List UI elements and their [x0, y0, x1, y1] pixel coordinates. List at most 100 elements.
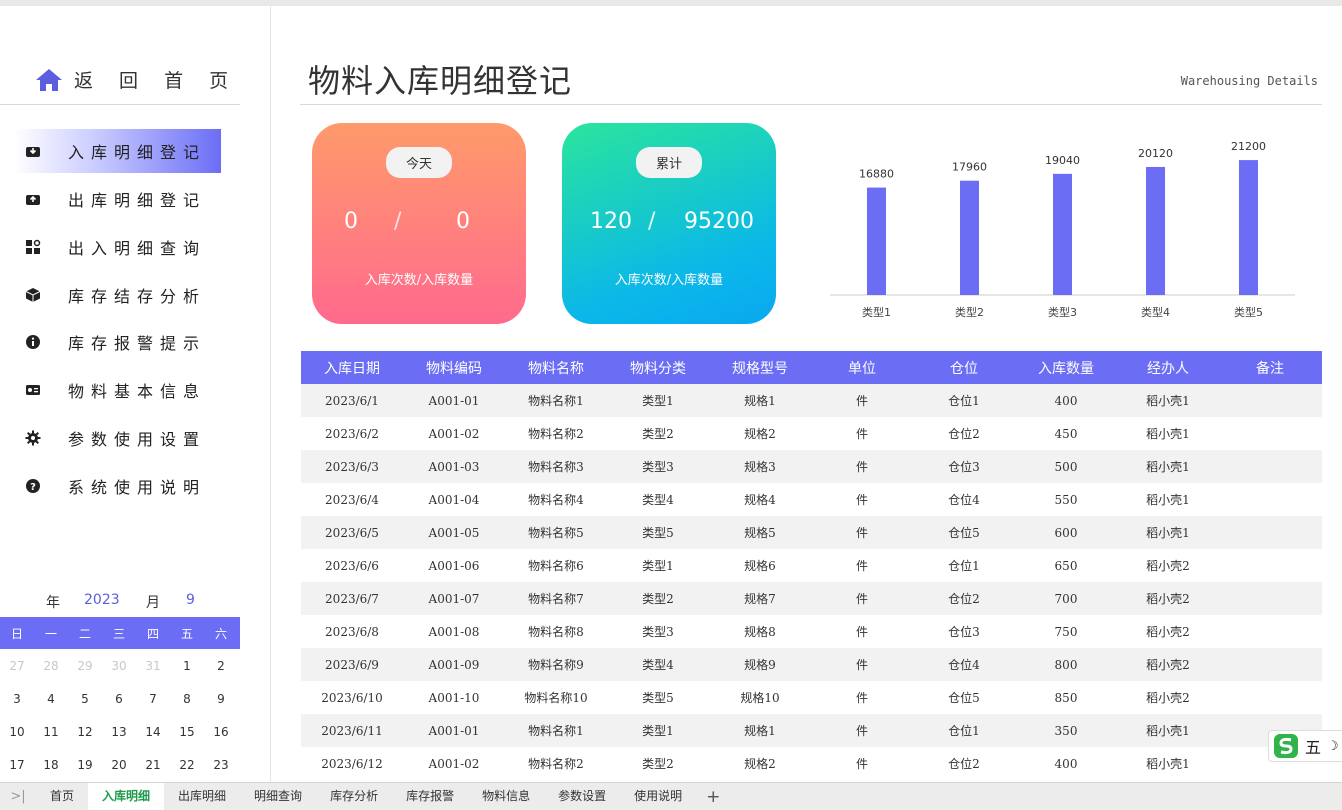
- table-cell[interactable]: 450: [1015, 427, 1117, 441]
- column-header[interactable]: 入库数量: [1015, 358, 1117, 378]
- table-cell[interactable]: 规格1: [709, 722, 811, 739]
- table-cell[interactable]: 稻小壳2: [1117, 557, 1219, 574]
- table-cell[interactable]: 规格3: [709, 458, 811, 475]
- calendar-day[interactable]: 27: [0, 659, 34, 673]
- table-cell[interactable]: 2023/6/7: [301, 592, 403, 606]
- table-cell[interactable]: 仓位2: [913, 755, 1015, 772]
- table-cell[interactable]: 件: [811, 491, 913, 508]
- table-cell[interactable]: A001-03: [403, 460, 505, 474]
- table-cell[interactable]: 规格2: [709, 755, 811, 772]
- column-header[interactable]: 规格型号: [709, 358, 811, 378]
- table-cell[interactable]: 2023/6/8: [301, 625, 403, 639]
- nav-item-stock-alert[interactable]: 库存报警提示: [14, 320, 221, 364]
- table-cell[interactable]: 类型2: [607, 425, 709, 442]
- calendar-month[interactable]: 9: [186, 592, 195, 608]
- table-cell[interactable]: 仓位4: [913, 491, 1015, 508]
- nav-item-stock-analysis[interactable]: 库存结存分析: [14, 273, 221, 317]
- sheet-tab[interactable]: 首页: [36, 783, 88, 810]
- home-link[interactable]: 返 回 首 页: [34, 66, 238, 93]
- table-cell[interactable]: 类型5: [607, 524, 709, 541]
- table-cell[interactable]: 500: [1015, 460, 1117, 474]
- nav-item-inbound[interactable]: 入库明细登记: [14, 129, 221, 173]
- column-header[interactable]: 物料编码: [403, 358, 505, 378]
- table-cell[interactable]: 2023/6/6: [301, 559, 403, 573]
- table-cell[interactable]: 仓位5: [913, 689, 1015, 706]
- table-cell[interactable]: 700: [1015, 592, 1117, 606]
- table-cell[interactable]: 件: [811, 590, 913, 607]
- table-cell[interactable]: 2023/6/2: [301, 427, 403, 441]
- calendar-day[interactable]: 14: [136, 725, 170, 739]
- table-cell[interactable]: A001-07: [403, 592, 505, 606]
- table-row[interactable]: 2023/6/3 A001-03 物料名称3 类型3 规格3 件仓位3 500 稻小壳1: [301, 450, 1322, 483]
- table-cell[interactable]: 件: [811, 656, 913, 673]
- calendar-year[interactable]: 2023: [84, 592, 120, 608]
- table-cell[interactable]: 仓位4: [913, 656, 1015, 673]
- table-cell[interactable]: 规格4: [709, 491, 811, 508]
- table-cell[interactable]: A001-05: [403, 526, 505, 540]
- calendar-day[interactable]: 6: [102, 692, 136, 706]
- table-cell[interactable]: 稻小壳2: [1117, 590, 1219, 607]
- table-cell[interactable]: 规格2: [709, 425, 811, 442]
- table-cell[interactable]: A001-02: [403, 757, 505, 771]
- table-cell[interactable]: 物料名称4: [505, 491, 607, 508]
- table-cell[interactable]: 稻小壳2: [1117, 689, 1219, 706]
- ime-toolbar[interactable]: 五 ☽: [1268, 730, 1342, 762]
- table-cell[interactable]: 物料名称5: [505, 524, 607, 541]
- table-cell[interactable]: 类型1: [607, 557, 709, 574]
- column-header[interactable]: 单位: [811, 358, 913, 378]
- table-cell[interactable]: 物料名称10: [505, 689, 607, 706]
- table-cell[interactable]: 类型1: [607, 722, 709, 739]
- add-sheet-icon[interactable]: +: [696, 787, 730, 807]
- column-header[interactable]: 物料名称: [505, 358, 607, 378]
- calendar-day[interactable]: 16: [204, 725, 238, 739]
- table-cell[interactable]: 件: [811, 689, 913, 706]
- table-cell[interactable]: A001-01: [403, 724, 505, 738]
- table-cell[interactable]: 规格5: [709, 524, 811, 541]
- table-cell[interactable]: 规格7: [709, 590, 811, 607]
- table-cell[interactable]: 350: [1015, 724, 1117, 738]
- table-row[interactable]: 2023/6/10 A001-10 物料名称10 类型5 规格10 件仓位5 850 稻小壳2: [301, 681, 1322, 714]
- nav-item-query[interactable]: 出入明细查询: [14, 225, 221, 269]
- table-cell[interactable]: A001-08: [403, 625, 505, 639]
- table-cell[interactable]: 稻小壳1: [1117, 491, 1219, 508]
- column-header[interactable]: 仓位: [913, 358, 1015, 378]
- sheet-tab[interactable]: 入库明细: [88, 783, 165, 810]
- table-row[interactable]: 2023/6/8 A001-08 物料名称8 类型3 规格8 件仓位3 750 稻小壳2: [301, 615, 1322, 648]
- table-cell[interactable]: 仓位1: [913, 557, 1015, 574]
- table-cell[interactable]: 稻小壳1: [1117, 722, 1219, 739]
- table-cell[interactable]: 类型4: [607, 656, 709, 673]
- table-cell[interactable]: 物料名称3: [505, 458, 607, 475]
- table-cell[interactable]: 550: [1015, 493, 1117, 507]
- sheet-tab[interactable]: 参数设置: [544, 783, 620, 810]
- table-cell[interactable]: 物料名称7: [505, 590, 607, 607]
- table-cell[interactable]: 件: [811, 392, 913, 409]
- table-cell[interactable]: 类型5: [607, 689, 709, 706]
- table-cell[interactable]: 稻小壳1: [1117, 755, 1219, 772]
- table-cell[interactable]: 规格9: [709, 656, 811, 673]
- table-cell[interactable]: 物料名称2: [505, 425, 607, 442]
- table-cell[interactable]: A001-09: [403, 658, 505, 672]
- table-row[interactable]: 2023/6/11 A001-01 物料名称1 类型1 规格1 件仓位1 350 稻小壳1: [301, 714, 1322, 747]
- calendar-day[interactable]: 7: [136, 692, 170, 706]
- table-cell[interactable]: 2023/6/12: [301, 757, 403, 771]
- sheet-tab[interactable]: 库存分析: [316, 783, 392, 810]
- table-cell[interactable]: 物料名称2: [505, 755, 607, 772]
- sheet-tab[interactable]: 物料信息: [468, 783, 544, 810]
- table-cell[interactable]: 物料名称8: [505, 623, 607, 640]
- calendar-day[interactable]: 17: [0, 758, 34, 772]
- table-cell[interactable]: 类型2: [607, 590, 709, 607]
- table-cell[interactable]: 稻小壳1: [1117, 392, 1219, 409]
- nav-item-help[interactable]: ? 系统使用说明: [14, 464, 221, 508]
- table-cell[interactable]: 2023/6/5: [301, 526, 403, 540]
- nav-item-outbound[interactable]: 出库明细登记: [14, 177, 221, 221]
- table-row[interactable]: 2023/6/2 A001-02 物料名称2 类型2 规格2 件仓位2 450 稻小壳1: [301, 417, 1322, 450]
- table-cell[interactable]: A001-01: [403, 394, 505, 408]
- table-cell[interactable]: 类型3: [607, 458, 709, 475]
- column-header[interactable]: 备注: [1219, 358, 1321, 378]
- table-cell[interactable]: 仓位1: [913, 722, 1015, 739]
- calendar-day[interactable]: 10: [0, 725, 34, 739]
- table-cell[interactable]: 物料名称9: [505, 656, 607, 673]
- column-header[interactable]: 物料分类: [607, 358, 709, 378]
- table-row[interactable]: 2023/6/12 A001-02 物料名称2 类型2 规格2 件仓位2 400 稻小壳1: [301, 747, 1322, 780]
- calendar-day[interactable]: 1: [170, 659, 204, 673]
